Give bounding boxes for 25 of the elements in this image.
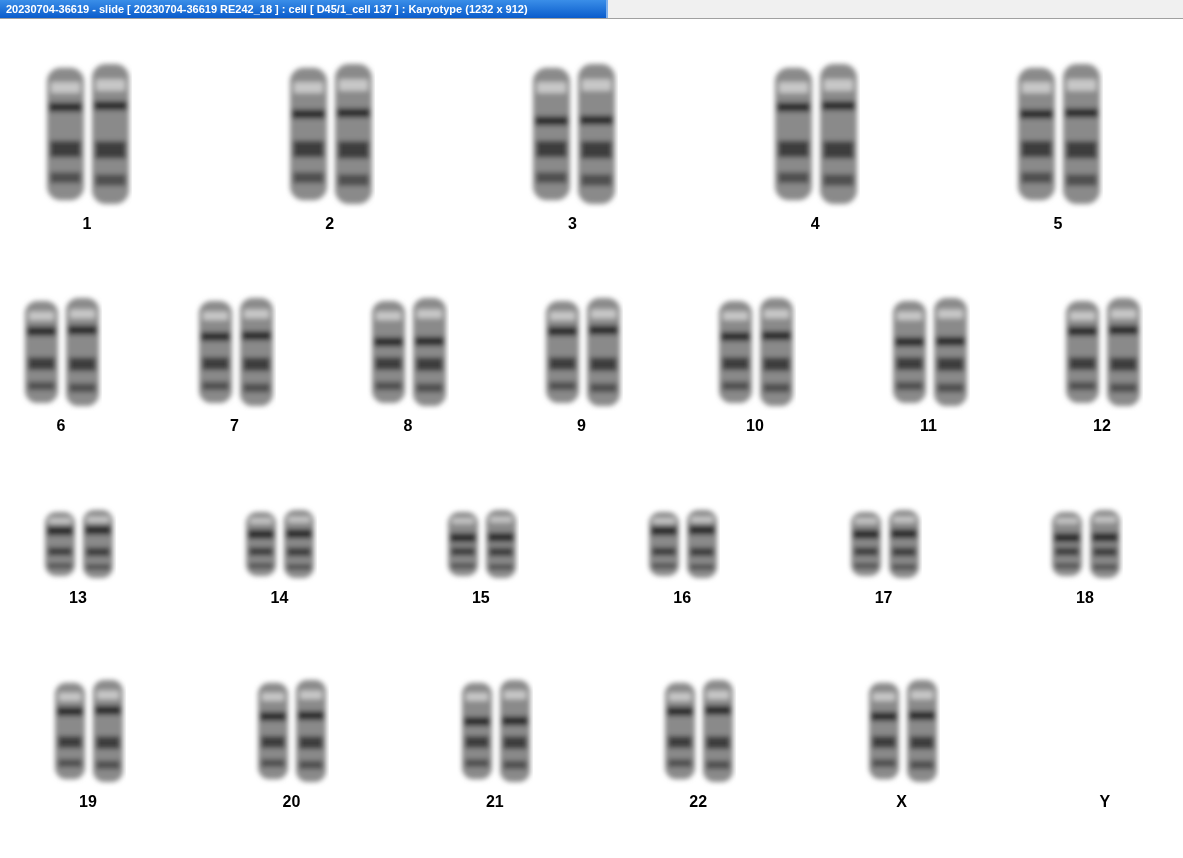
chromosome-label: 7 [230,417,239,435]
chromosome-label: 21 [485,793,504,811]
chromosome-label: 5 [1053,215,1063,233]
chromosome-label: 4 [810,215,820,233]
chromosome-label: 10 [746,417,764,435]
chromosome-label: 2 [325,215,335,233]
chromosome-label: 8 [403,417,413,435]
chromosome-label: 11 [920,417,937,435]
chromosome-label: 6 [56,417,66,435]
chromosome-label: 16 [673,589,692,607]
chromosome-label: X [896,793,907,811]
chromosome-label: 1 [82,215,92,233]
chromosome-label: 3 [568,215,577,233]
chromosome-label: 17 [874,589,893,607]
chromosome-label: 9 [577,417,586,435]
chromosome-label: 18 [1076,589,1094,607]
window-title: 20230704-36619 - slide [ 20230704-36619 RE242_18 ] : cell [ D45/1_cell 137 ] : Karyotype (1232 x 912) [0,0,608,18]
chromosome-label: 15 [471,589,490,607]
chromosome-label: 14 [270,589,289,607]
chromosome-label: 20 [282,793,301,811]
chromosome-label: Y [1099,793,1111,811]
chromosome-label: 12 [1093,417,1111,435]
chromosome-label: 22 [689,793,708,811]
chromosome-label: 13 [69,589,87,607]
chromosome-label: 19 [79,793,97,811]
